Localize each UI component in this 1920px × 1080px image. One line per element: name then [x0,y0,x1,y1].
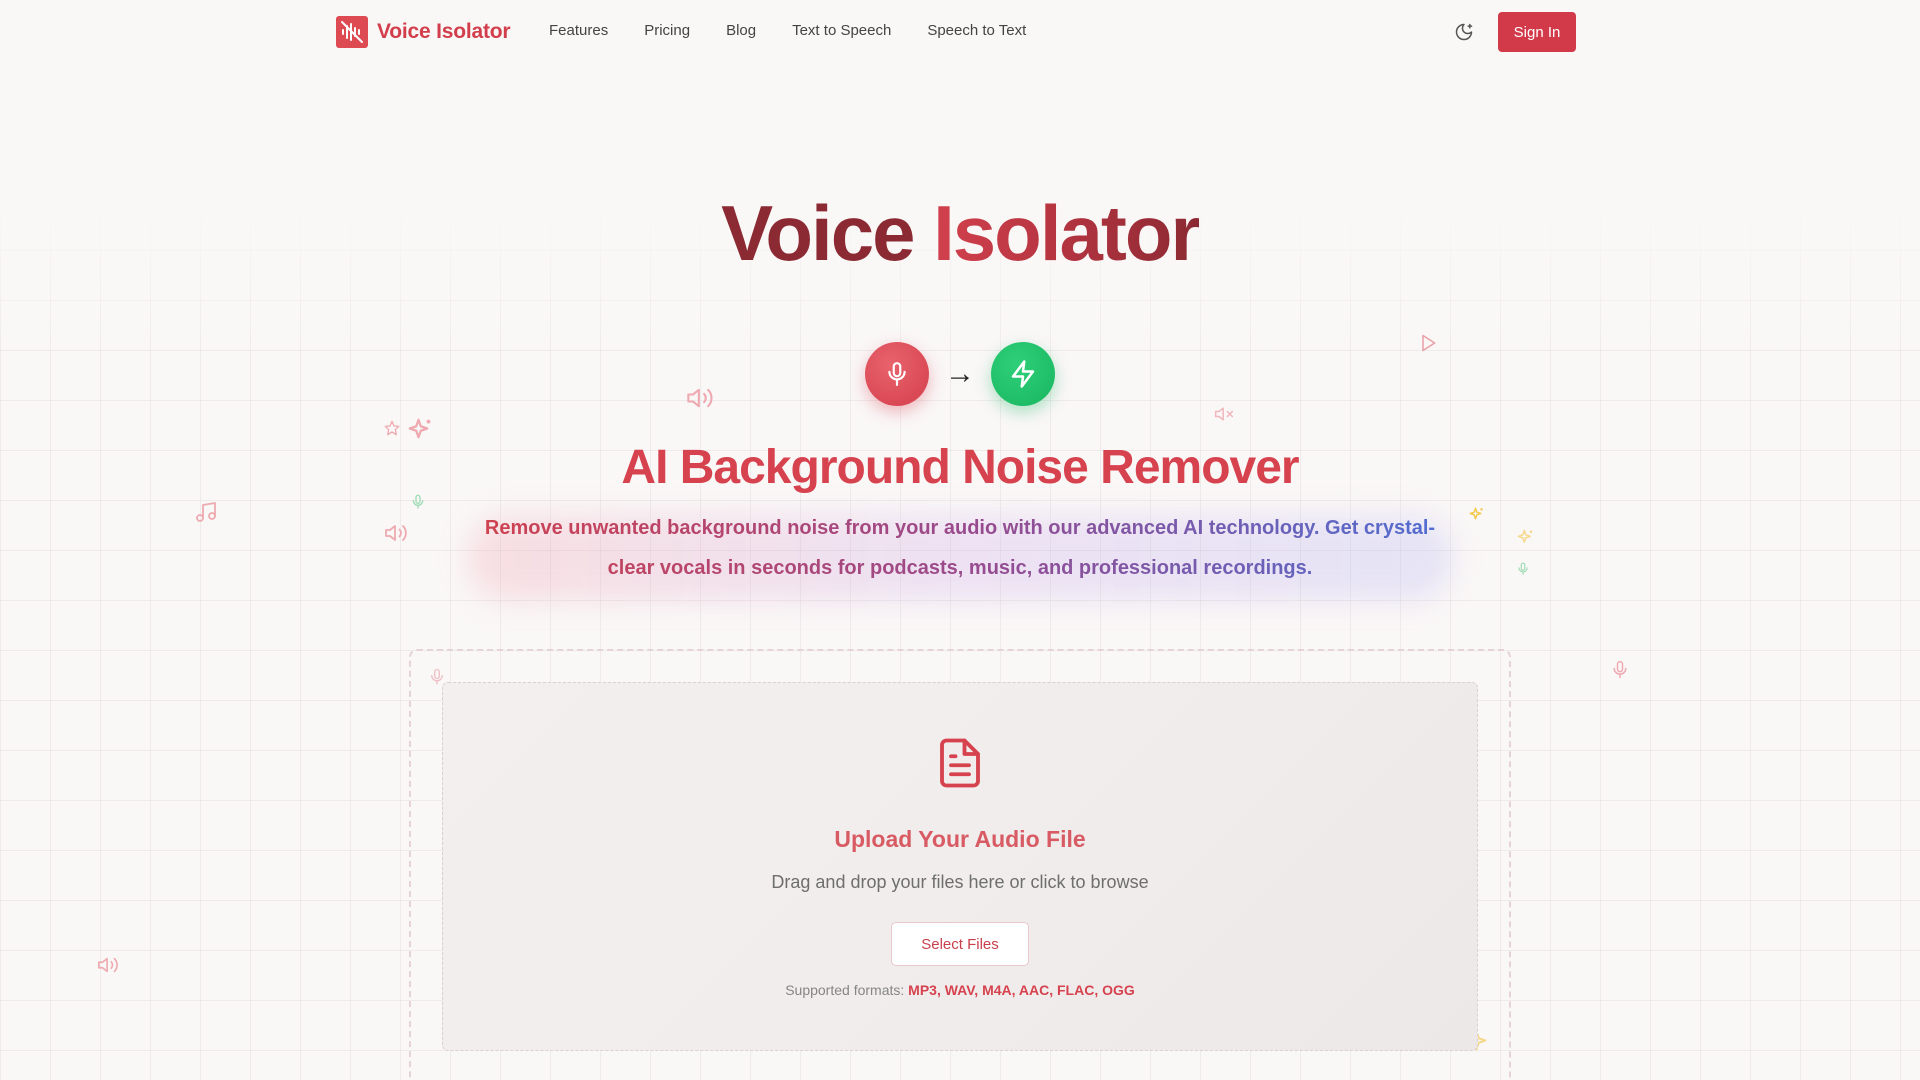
document-icon [930,732,990,796]
upload-hint: Drag and drop your files here or click t… [771,872,1149,892]
transformation-flow: → [865,342,1055,406]
star-icon [384,420,400,436]
moon-sparkle-icon [1455,23,1473,41]
microphone-green-icon [1516,560,1530,578]
page-title: Voice Isolator [0,188,1920,278]
title-word-voice: Voice [721,189,915,277]
nav-link-blog[interactable]: Blog [726,22,756,39]
sparkles-yellow-icon [1516,528,1536,548]
title-word-isolator: Isolator [933,189,1201,277]
speaker-icon [383,521,409,545]
speaker-icon [684,384,716,412]
nav-links: Features Pricing Blog Text to Speech Spe… [549,22,1062,39]
play-icon [1418,332,1438,354]
nav-link-speech-to-text[interactable]: Speech to Text [927,22,1026,39]
hero-subtitle: AI Background Noise Remover [621,441,1299,494]
nav-link-text-to-speech[interactable]: Text to Speech [792,22,891,39]
supported-formats: Supported formats: MP3, WAV, M4A, AAC, F… [0,982,1920,998]
hero-description: Remove unwanted background noise from yo… [448,508,1472,588]
theme-toggle-button[interactable] [1452,20,1476,44]
nav-link-features[interactable]: Features [549,22,608,39]
select-files-button[interactable]: Select Files [891,922,1029,966]
speaker-icon [96,954,120,976]
microphone-icon [1610,658,1630,682]
formats-label: Supported formats: [785,982,905,998]
music-note-icon [194,500,218,524]
formats-list: MP3, WAV, M4A, AAC, FLAC, OGG [908,982,1135,998]
hero-description-wrap: Remove unwanted background noise from yo… [448,508,1472,608]
lightning-icon [991,342,1055,406]
brand-home-link[interactable]: Voice Isolator [336,16,511,48]
sign-in-button[interactable]: Sign In [1498,12,1576,52]
microphone-icon [865,342,929,406]
flow-arrow: → [945,357,975,390]
upload-title: Upload Your Audio File [834,826,1086,852]
voice-isolator-logo-icon [336,16,368,48]
brand-name: Voice Isolator [377,20,511,43]
top-navbar: Voice Isolator Features Pricing Blog Tex… [0,0,1920,64]
speaker-muted-icon [1212,404,1236,424]
nav-link-pricing[interactable]: Pricing [644,22,690,39]
